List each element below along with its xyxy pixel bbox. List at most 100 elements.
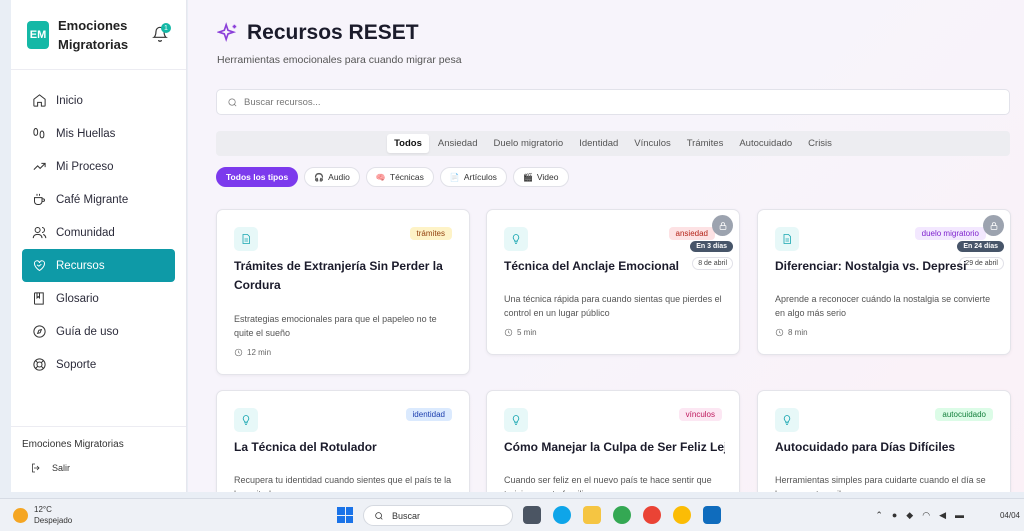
tab-autocuidado[interactable]: Autocuidado xyxy=(732,134,799,153)
security-icon[interactable]: ● xyxy=(892,510,897,521)
resource-card[interactable]: trámites Trámites de Extranjería Sin Per… xyxy=(216,209,470,375)
document-icon xyxy=(234,227,258,251)
card-title: Trámites de Extranjería Sin Perder la Co… xyxy=(234,259,443,292)
filter-audio[interactable]: 🎧 Audio xyxy=(304,167,360,187)
task-view-icon[interactable] xyxy=(523,506,541,524)
battery-icon[interactable]: ▬ xyxy=(955,510,964,521)
tab-vinculos[interactable]: Vínculos xyxy=(627,134,677,153)
tab-crisis[interactable]: Crisis xyxy=(801,134,839,153)
tab-duelo-migratorio[interactable]: Duelo migratorio xyxy=(487,134,571,153)
chrome-icon[interactable] xyxy=(613,506,631,524)
sidebar: EM Emociones Migratorias 1 Inicio Mis Hu… xyxy=(11,0,187,492)
type-filters: Todos los tipos 🎧 Audio 🧠 Técnicas 📄 Artícu… xyxy=(216,167,569,187)
card-title: Autocuidado para Días Difíciles xyxy=(775,440,956,454)
clock-icon xyxy=(775,328,784,337)
heart-handshake-icon xyxy=(34,260,45,272)
outlook-icon[interactable] xyxy=(703,506,721,524)
card-description: Recupera tu identidad cuando sientes que… xyxy=(234,475,452,492)
category-tabs: Todos Ansiedad Duelo migratorio Identida… xyxy=(216,131,1010,156)
footprints-icon xyxy=(33,127,45,139)
nav-item-cafe-migrante[interactable]: Café Migrante xyxy=(22,183,175,216)
video-icon: 🎬 xyxy=(522,172,533,182)
filter-label: Video xyxy=(536,172,559,182)
nav-label: Glosario xyxy=(56,292,99,305)
nav-item-mis-huellas[interactable]: Mis Huellas xyxy=(22,117,175,150)
taskbar-search[interactable]: Buscar xyxy=(363,505,513,526)
logout-button[interactable]: Salir xyxy=(22,462,175,474)
nav-label: Inicio xyxy=(56,94,83,107)
nav-item-mi-proceso[interactable]: Mi Proceso xyxy=(22,150,175,183)
search-bar[interactable] xyxy=(216,89,1010,115)
book-icon xyxy=(34,292,44,305)
search-icon xyxy=(228,97,237,106)
chevron-up-icon[interactable]: ⌃ xyxy=(875,510,883,521)
logout-label: Salir xyxy=(52,463,71,473)
filter-all-types[interactable]: Todos los tipos xyxy=(216,167,299,187)
filter-label: Audio xyxy=(328,172,350,182)
tab-ansiedad[interactable]: Ansiedad xyxy=(431,134,485,153)
unlock-date-badge: 29 de abril xyxy=(959,257,1004,270)
filter-label: Todos los tipos xyxy=(226,172,289,182)
card-title: La Técnica del Rotulador xyxy=(234,440,377,454)
taskbar-date[interactable]: 04/04 xyxy=(1000,511,1020,520)
resource-card[interactable]: vínculos Cómo Manejar la Culpa de Ser Fe… xyxy=(486,390,740,492)
page-subtitle: Herramientas emocionales para cuando mig… xyxy=(217,54,462,66)
card-description: Cuando ser feliz en el nuevo país te hac… xyxy=(504,475,712,492)
nav-item-comunidad[interactable]: Comunidad xyxy=(22,216,175,249)
nav-label: Guía de uso xyxy=(56,325,119,338)
filter-video[interactable]: 🎬 Video xyxy=(512,167,569,187)
app-name: Emociones Migratorias xyxy=(58,17,129,52)
nav-label: Café Migrante xyxy=(56,193,129,206)
card-duration: 12 min xyxy=(234,348,271,357)
nav-item-inicio[interactable]: Inicio xyxy=(22,84,175,117)
filter-tecnicas[interactable]: 🧠 Técnicas xyxy=(365,167,434,187)
compass-icon xyxy=(33,325,46,338)
edge-icon[interactable] xyxy=(553,506,571,524)
lifebuoy-icon xyxy=(33,358,46,371)
lightbulb-icon xyxy=(234,408,258,432)
main-nav: Inicio Mis Huellas Mi Proceso Café Migra… xyxy=(11,70,186,381)
app-logo[interactable]: EM xyxy=(27,20,49,49)
nav-item-guia-de-uso[interactable]: Guía de uso xyxy=(22,315,175,348)
filter-articulos[interactable]: 📄 Artículos xyxy=(439,167,507,187)
nav-label: Mis Huellas xyxy=(56,127,116,140)
card-title: Diferenciar: Nostalgia vs. Depresión xyxy=(775,259,966,273)
resource-card[interactable]: autocuidado Autocuidado para Días Difíci… xyxy=(757,390,1011,492)
chrome-alt-icon[interactable] xyxy=(673,506,691,524)
nav-label: Mi Proceso xyxy=(56,160,114,173)
nav-item-glosario[interactable]: Glosario xyxy=(22,282,175,315)
wifi-icon[interactable]: ◠ xyxy=(922,510,930,521)
home-icon xyxy=(33,94,46,107)
chrome-profile-icon[interactable] xyxy=(643,506,661,524)
resource-card[interactable]: identidad La Técnica del Rotulador Recup… xyxy=(216,390,470,492)
tab-identidad[interactable]: Identidad xyxy=(572,134,625,153)
tab-todos[interactable]: Todos xyxy=(387,134,429,153)
coffee-icon xyxy=(34,193,45,205)
nav-label: Recursos xyxy=(56,259,105,272)
weather-widget[interactable]: 12°C Despejado xyxy=(13,504,72,526)
nav-item-soporte[interactable]: Soporte xyxy=(22,348,175,381)
tag-badge: ansiedad xyxy=(668,227,715,240)
lightbulb-icon xyxy=(504,408,528,432)
card-description: Herramientas simples para cuidarte cuand… xyxy=(775,475,986,492)
moon-icon xyxy=(13,507,28,523)
filter-label: Artículos xyxy=(463,172,497,182)
resource-card[interactable]: duelo migratorio En 24 días 29 de abril … xyxy=(757,209,1011,355)
nav-item-recursos[interactable]: Recursos xyxy=(22,249,175,282)
tag-badge: identidad xyxy=(405,408,452,421)
tab-tramites[interactable]: Trámites xyxy=(680,134,731,153)
page-title: Recursos RESET xyxy=(247,21,419,44)
search-input[interactable] xyxy=(244,96,944,108)
lightbulb-icon xyxy=(504,227,528,251)
resource-card[interactable]: ansiedad En 3 días 8 de abril Técnica de… xyxy=(486,209,740,355)
file-explorer-icon[interactable] xyxy=(583,506,601,524)
dropbox-icon[interactable]: ◆ xyxy=(906,510,913,521)
lock-icon xyxy=(983,215,1004,236)
sidebar-footer: Emociones Migratorias Salir xyxy=(11,426,186,492)
brain-icon: 🧠 xyxy=(375,172,386,182)
volume-icon[interactable]: ◀ xyxy=(939,510,946,521)
brand: EM Emociones Migratorias 1 xyxy=(11,0,186,70)
tag-badge: vínculos xyxy=(678,408,722,421)
footer-app-name: Emociones Migratorias xyxy=(22,439,124,450)
windows-start-icon[interactable] xyxy=(337,507,353,523)
